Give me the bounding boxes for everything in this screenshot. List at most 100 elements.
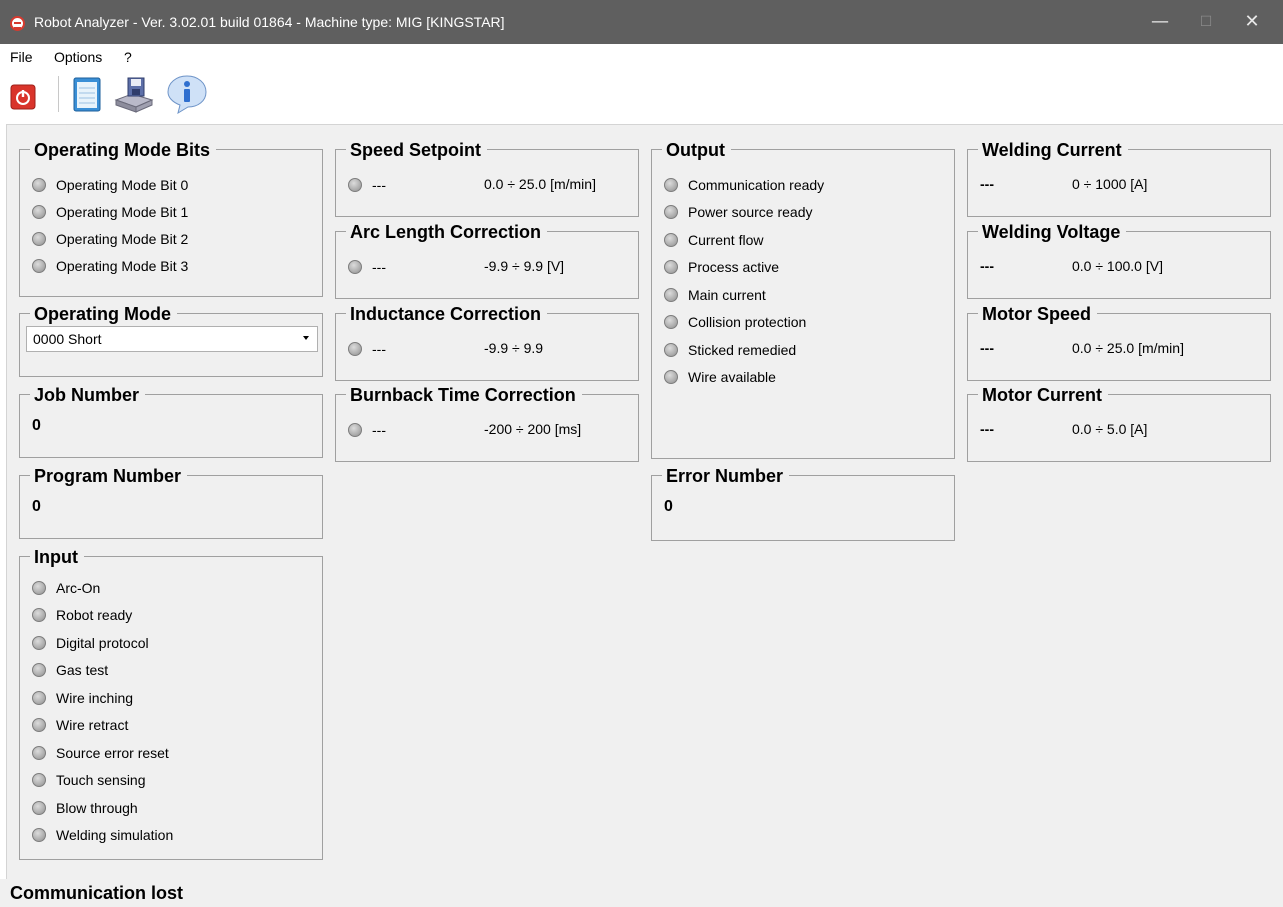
- status-led-icon: [664, 343, 678, 357]
- status-led-icon: [32, 773, 46, 787]
- list-item: Operating Mode Bit 0: [32, 176, 188, 194]
- burnback-range: -200 ÷ 200 [ms]: [484, 421, 582, 437]
- speed-setpoint-title: Speed Setpoint: [346, 140, 488, 160]
- operating-mode-bits-group: Operating Mode Bits Operating Mode Bit 0…: [19, 140, 323, 297]
- maximize-button[interactable]: ☐: [1183, 0, 1229, 44]
- motor-current-range: 0.0 ÷ 5.0 [A]: [1072, 421, 1148, 437]
- status-led-icon: [348, 423, 362, 437]
- status-led-icon: [32, 205, 46, 219]
- status-led-icon: [664, 315, 678, 329]
- program-number-title: Program Number: [30, 466, 188, 486]
- minimize-button[interactable]: —: [1137, 0, 1183, 44]
- welding-voltage-range: 0.0 ÷ 100.0 [V]: [1072, 258, 1163, 274]
- input-label: Welding simulation: [56, 827, 174, 843]
- welding-current-value: ---: [980, 176, 994, 192]
- toolbar: [0, 68, 1283, 122]
- list-item: Robot ready: [32, 606, 132, 624]
- list-item: Arc-On: [32, 579, 100, 597]
- list-item: Process active: [664, 258, 779, 276]
- burnback-row: ---: [348, 421, 386, 439]
- status-led-icon: [32, 718, 46, 732]
- input-label: Gas test: [56, 662, 109, 678]
- output-title: Output: [662, 140, 731, 160]
- welding-voltage-title: Welding Voltage: [978, 222, 1127, 242]
- list-item: Operating Mode Bit 1: [32, 203, 188, 221]
- mode-bit-label: Operating Mode Bit 3: [56, 258, 189, 274]
- status-led-icon: [664, 288, 678, 302]
- info-icon[interactable]: [166, 74, 208, 115]
- list-item: Operating Mode Bit 3: [32, 257, 188, 275]
- list-item: Wire retract: [32, 716, 128, 734]
- output-label: Collision protection: [688, 314, 807, 330]
- menu-options[interactable]: Options: [54, 49, 102, 65]
- status-led-icon: [32, 746, 46, 760]
- status-led-icon: [348, 178, 362, 192]
- program-number-group: Program Number 0: [19, 466, 323, 539]
- burnback-value: ---: [372, 422, 386, 438]
- list-item: Source error reset: [32, 744, 169, 762]
- main-panel: Operating Mode Bits Operating Mode Bit 0…: [6, 124, 1283, 879]
- input-label: Blow through: [56, 800, 138, 816]
- output-label: Process active: [688, 259, 780, 275]
- status-led-icon: [348, 342, 362, 356]
- program-number-value: 0: [32, 498, 41, 515]
- menu-help[interactable]: ?: [124, 49, 132, 65]
- list-item: Communication ready: [664, 176, 824, 194]
- output-label: Main current: [688, 287, 766, 303]
- input-label: Wire retract: [56, 717, 129, 733]
- motor-speed-group: Motor Speed --- 0.0 ÷ 25.0 [m/min]: [967, 304, 1271, 381]
- error-number-title: Error Number: [662, 466, 790, 486]
- list-item: Wire inching: [32, 689, 133, 707]
- list-item: Power source ready: [664, 203, 813, 221]
- inductance-row: ---: [348, 340, 386, 358]
- list-item: Touch sensing: [32, 771, 146, 789]
- status-led-icon: [664, 205, 678, 219]
- status-led-icon: [32, 259, 46, 273]
- list-item: Wire available: [664, 368, 776, 386]
- arc-length-correction-group: Arc Length Correction --- -9.9 ÷ 9.9 [V]: [335, 222, 639, 299]
- status-led-icon: [32, 691, 46, 705]
- window-title: Robot Analyzer - Ver. 3.02.01 build 0186…: [34, 14, 505, 30]
- status-led-icon: [32, 581, 46, 595]
- status-led-icon: [32, 636, 46, 650]
- save-to-disk-icon[interactable]: [112, 74, 156, 114]
- list-item: Collision protection: [664, 313, 806, 331]
- welding-voltage-value: ---: [980, 258, 994, 274]
- status-bar: Communication lost: [0, 879, 1283, 907]
- motor-speed-title: Motor Speed: [978, 304, 1098, 324]
- app-logo-icon: [10, 16, 25, 31]
- status-led-icon: [32, 178, 46, 192]
- job-number-group: Job Number 0: [19, 385, 323, 458]
- notepad-icon[interactable]: [66, 74, 106, 114]
- status-led-icon: [32, 232, 46, 246]
- operating-mode-group: Operating Mode 0000 Short: [19, 304, 323, 377]
- menu-bar: File Options ?: [0, 44, 1283, 68]
- mode-bit-label: Operating Mode Bit 0: [56, 177, 189, 193]
- chevron-down-icon[interactable]: [303, 336, 309, 340]
- job-number-title: Job Number: [30, 385, 146, 405]
- error-number-value: 0: [664, 498, 673, 515]
- title-bar: Robot Analyzer - Ver. 3.02.01 build 0186…: [0, 0, 1283, 44]
- list-item: Blow through: [32, 799, 138, 817]
- welding-current-title: Welding Current: [978, 140, 1128, 160]
- mode-bit-label: Operating Mode Bit 2: [56, 231, 189, 247]
- power-icon[interactable]: [10, 84, 36, 110]
- welding-voltage-group: Welding Voltage --- 0.0 ÷ 100.0 [V]: [967, 222, 1271, 299]
- list-item: Sticked remedied: [664, 341, 796, 359]
- operating-mode-select[interactable]: 0000 Short: [26, 326, 318, 352]
- arc-length-row: ---: [348, 258, 386, 276]
- menu-file[interactable]: File: [10, 49, 33, 65]
- status-led-icon: [664, 260, 678, 274]
- arc-length-correction-title: Arc Length Correction: [346, 222, 548, 242]
- output-group: Output Communication ready Power source …: [651, 140, 955, 459]
- speed-setpoint-row: ---: [348, 176, 386, 194]
- inductance-value: ---: [372, 341, 386, 357]
- inductance-range: -9.9 ÷ 9.9: [484, 340, 544, 356]
- speed-setpoint-range: 0.0 ÷ 25.0 [m/min]: [484, 176, 596, 192]
- input-label: Digital protocol: [56, 635, 149, 651]
- close-button[interactable]: ✕: [1229, 0, 1275, 44]
- list-item: Operating Mode Bit 2: [32, 230, 188, 248]
- welding-current-range: 0 ÷ 1000 [A]: [1072, 176, 1148, 192]
- output-label: Communication ready: [688, 177, 825, 193]
- list-item: Welding simulation: [32, 826, 173, 844]
